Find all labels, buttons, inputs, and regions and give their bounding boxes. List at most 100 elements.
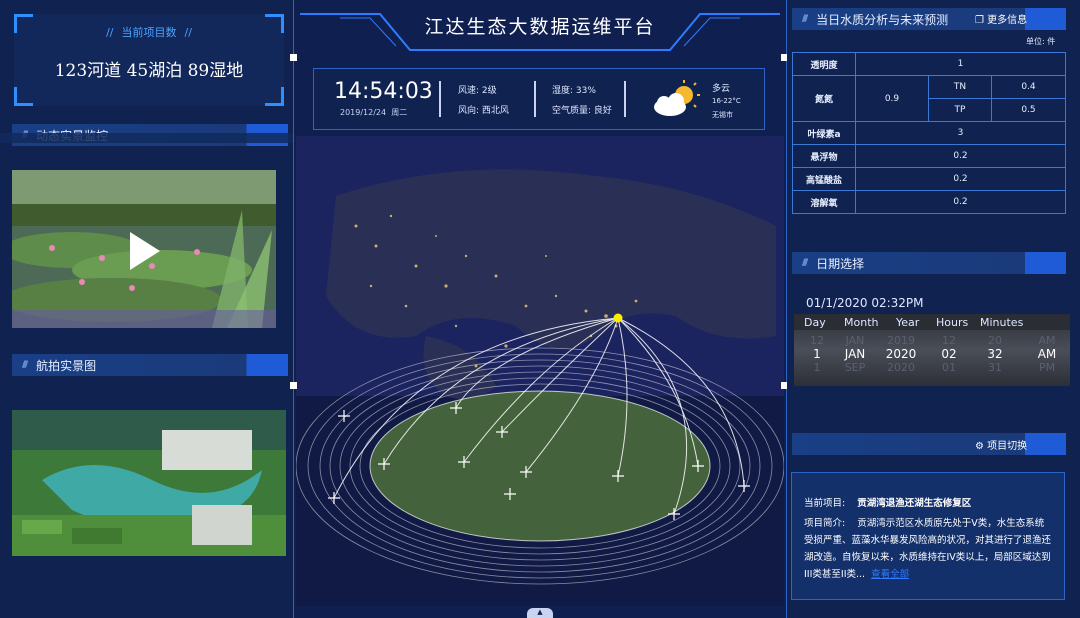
info-strip: 14:54:03 2019/12/24 周二 风速: 2级 风向: 西北风 湿度… bbox=[313, 68, 765, 130]
video-player[interactable] bbox=[12, 170, 276, 328]
row-label: 悬浮物 bbox=[792, 144, 856, 168]
slash-icon: // bbox=[106, 26, 114, 39]
weekday-text: 周二 bbox=[391, 108, 408, 117]
expand-toggle[interactable]: ▲ bbox=[527, 608, 553, 618]
header-day: Day bbox=[804, 316, 826, 329]
wheel-item: 20 bbox=[988, 334, 1002, 347]
divider bbox=[624, 81, 626, 117]
project-switch-label: 项目切换 bbox=[987, 441, 1028, 452]
year-wheel[interactable]: 2019 2020 2020 bbox=[884, 334, 918, 374]
day-wheel[interactable]: 12 1 1 bbox=[802, 334, 832, 374]
wheel-item: AM bbox=[1038, 334, 1056, 347]
row-value: 0.2 bbox=[855, 144, 1066, 168]
row-value: 3 bbox=[855, 121, 1066, 145]
slash-icon: //// bbox=[22, 360, 28, 370]
more-info-label: 更多信息 bbox=[987, 15, 1028, 26]
project-count-panel: // 当前项目数 // 123河道 45湖泊 89湿地 bbox=[14, 14, 284, 106]
row-value: 1 bbox=[855, 52, 1066, 76]
wheel-item: 2020 bbox=[887, 361, 915, 374]
wheel-item: 2019 bbox=[887, 334, 915, 347]
current-project-label: 当前项目: bbox=[804, 498, 846, 509]
corner-br bbox=[265, 87, 284, 106]
header-minutes: Minutes bbox=[980, 316, 1024, 329]
slash-icon: //// bbox=[802, 14, 808, 24]
resize-handle[interactable] bbox=[290, 54, 297, 61]
water-quality-title: 当日水质分析与未来预测 bbox=[816, 12, 949, 27]
wheel-item: PM bbox=[1038, 361, 1056, 374]
page-title: 江达生态大数据运维平台 bbox=[424, 16, 656, 38]
header-hours: Hours bbox=[936, 316, 969, 329]
row-label: 高锰酸盐 bbox=[792, 167, 856, 191]
row-label: 透明度 bbox=[792, 52, 856, 76]
wheel-item: 12 bbox=[810, 334, 824, 347]
datetime-picker[interactable]: Day Month Year Hours Minutes 12 1 1 JAN … bbox=[794, 314, 1070, 386]
copy-icon: ❐ bbox=[975, 15, 984, 26]
project-switch-button[interactable]: ⚙ 项目切换 bbox=[975, 437, 1027, 452]
current-project-value: 贡湖湾退渔还湖生态修复区 bbox=[857, 498, 972, 509]
row-value: 0.2 bbox=[855, 167, 1066, 191]
sub-value: 0.4 bbox=[991, 75, 1066, 99]
table-row: 高锰酸盐 0.2 bbox=[792, 167, 1066, 191]
row-value: 0.9 bbox=[855, 75, 929, 122]
ampm-wheel[interactable]: AM AM PM bbox=[1032, 334, 1062, 374]
aerial-panel-title-bar: //// 航拍实景图 bbox=[12, 354, 288, 376]
sub-label: TP bbox=[928, 98, 992, 122]
table-row: 叶绿素a 3 bbox=[792, 121, 1066, 145]
view-all-link[interactable]: 查看全部 bbox=[871, 569, 909, 580]
row-label: 溶解氧 bbox=[792, 190, 856, 214]
current-project: 当前项目: 贡湖湾退渔还湖生态修复区 bbox=[804, 495, 1052, 512]
divider bbox=[534, 81, 536, 117]
gear-icon: ⚙ bbox=[975, 441, 984, 452]
video-title-overlay bbox=[0, 133, 293, 143]
corner-bl bbox=[14, 87, 33, 106]
weather-text: 多云 bbox=[712, 84, 731, 94]
project-count-title: 当前项目数 bbox=[121, 26, 177, 39]
table-row: 氮氮 0.9 TN 0.4 bbox=[792, 75, 1066, 122]
project-count-header: // 当前项目数 // bbox=[14, 24, 284, 40]
row-label: 叶绿素a bbox=[792, 121, 856, 145]
resize-handle[interactable] bbox=[290, 382, 297, 389]
city-name: 无锡市 bbox=[712, 111, 733, 119]
table-row: 溶解氧 0.2 bbox=[792, 190, 1066, 214]
aerial-panel-title: 航拍实景图 bbox=[36, 358, 97, 373]
project-intro-label: 项目简介: bbox=[804, 518, 846, 529]
date-select-title-bar: //// 日期选择 bbox=[792, 252, 1066, 274]
wheel-selected: 1 bbox=[813, 347, 821, 361]
sub-value: 0.5 bbox=[991, 98, 1066, 122]
humidity: 湿度: 33% bbox=[552, 86, 596, 96]
wind-direction: 风向: 西北风 bbox=[458, 106, 509, 116]
air-quality: 空气质量: 良好 bbox=[552, 106, 612, 116]
partly-cloudy-icon bbox=[654, 80, 700, 116]
clock-date: 2019/12/24 周二 bbox=[340, 107, 407, 118]
table-row: 悬浮物 0.2 bbox=[792, 144, 1066, 168]
water-quality-table: 透明度 1 氮氮 0.9 TN 0.4 TP 0.5 叶绿素a 3 悬浮物 0.… bbox=[792, 52, 1066, 214]
wheel-item: 1 bbox=[813, 361, 821, 374]
wheel-item: 01 bbox=[942, 361, 956, 374]
divider bbox=[439, 81, 441, 117]
aerial-image bbox=[12, 410, 286, 556]
project-info-panel: 当前项目: 贡湖湾退渔还湖生态修复区 项目简介: 贡湖湾示范区水质原先处于V类，… bbox=[791, 472, 1065, 600]
wheel-selected: 02 bbox=[941, 347, 957, 361]
unit-label: 单位: 件 bbox=[1026, 37, 1056, 46]
wheel-selected: 32 bbox=[987, 347, 1003, 361]
table-row: 透明度 1 bbox=[792, 52, 1066, 76]
header-month: Month bbox=[844, 316, 879, 329]
hours-wheel[interactable]: 12 02 01 bbox=[934, 334, 964, 374]
picker-headers: Day Month Year Hours Minutes bbox=[794, 314, 1070, 330]
project-count-value: 123河道 45湖泊 89湿地 bbox=[54, 61, 244, 81]
world-map[interactable] bbox=[296, 136, 784, 606]
clock-time: 14:54:03 bbox=[334, 79, 433, 104]
row-value: 0.2 bbox=[855, 190, 1066, 214]
wheel-selected: JAN bbox=[844, 347, 866, 361]
sub-label: TN bbox=[928, 75, 992, 99]
pond-video-frame bbox=[12, 170, 276, 328]
month-wheel[interactable]: JAN JAN SEP bbox=[840, 334, 870, 374]
minutes-wheel[interactable]: 20 32 31 bbox=[980, 334, 1010, 374]
row-label: 氮氮 bbox=[792, 75, 856, 122]
origin-marker[interactable] bbox=[613, 313, 623, 323]
wheel-item: 31 bbox=[988, 361, 1002, 374]
temperature: 16-22°C bbox=[712, 97, 741, 105]
date-select-title: 日期选择 bbox=[816, 256, 865, 271]
more-info-button[interactable]: ❐ 更多信息 bbox=[975, 11, 1027, 26]
header-year: Year bbox=[896, 316, 920, 329]
